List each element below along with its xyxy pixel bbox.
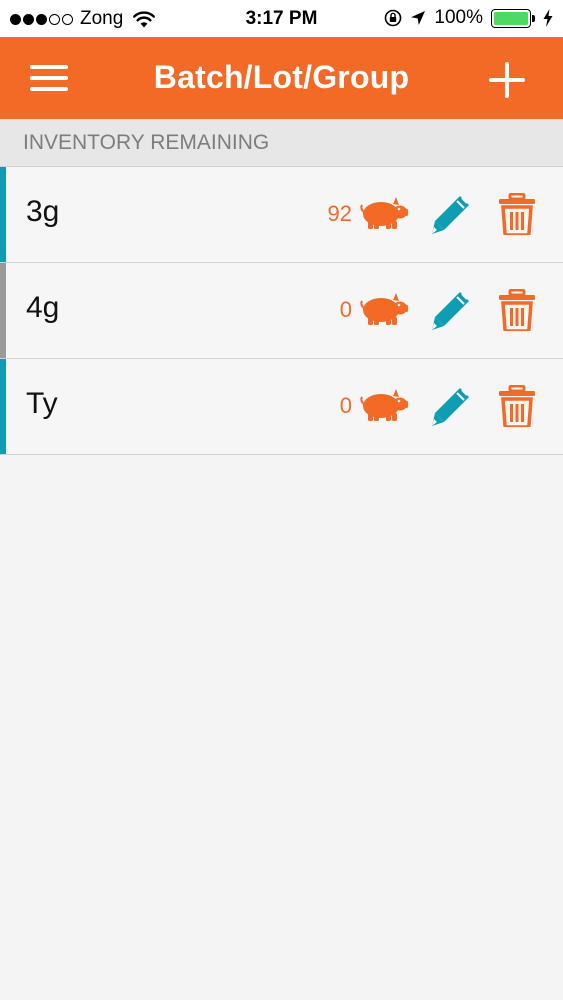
status-right: 100% [384, 7, 553, 29]
pig-icon [360, 293, 408, 325]
status-left: Zong [10, 8, 156, 30]
batch-name: 3g [26, 195, 60, 228]
signal-strength-icon [10, 13, 73, 25]
trash-icon[interactable] [499, 193, 535, 235]
pig-icon [360, 197, 408, 229]
pig-icon [360, 389, 408, 421]
add-batch-button[interactable] [489, 62, 525, 98]
row-accent-bar [0, 167, 6, 262]
location-arrow-icon [411, 11, 426, 25]
section-header-label: INVENTORY REMAINING [23, 130, 270, 154]
wifi-icon [133, 11, 156, 28]
trash-icon[interactable] [499, 289, 535, 331]
nav-bar: Batch/Lot/Group [0, 37, 563, 119]
row-accent-bar [0, 263, 6, 358]
pencil-icon[interactable] [430, 385, 472, 427]
pencil-icon[interactable] [430, 193, 472, 235]
hamburger-menu-icon[interactable] [30, 65, 68, 93]
list-item[interactable]: 4g 0 [0, 263, 563, 359]
batch-name: Ty [26, 387, 58, 420]
batch-name: 4g [26, 291, 60, 324]
status-bar: Zong 3:17 PM 100% [0, 0, 563, 37]
charging-bolt-icon [543, 9, 553, 27]
inventory-count: 92 [327, 201, 352, 226]
row-accent-bar [0, 359, 6, 454]
list-item[interactable]: 3g 92 [0, 167, 563, 263]
section-header: INVENTORY REMAINING [0, 119, 563, 167]
inventory-count: 0 [339, 393, 352, 418]
pencil-icon[interactable] [430, 289, 472, 331]
trash-icon[interactable] [499, 385, 535, 427]
batch-list: 3g 92 4g 0 Ty 0 [0, 167, 563, 455]
orientation-lock-icon [385, 9, 402, 27]
inventory-count: 0 [339, 297, 352, 322]
carrier-name: Zong [80, 8, 124, 29]
page-title: Batch/Lot/Group [153, 59, 410, 95]
battery-percent: 100% [434, 7, 483, 28]
list-item[interactable]: Ty 0 [0, 359, 563, 455]
battery-icon [491, 8, 535, 28]
